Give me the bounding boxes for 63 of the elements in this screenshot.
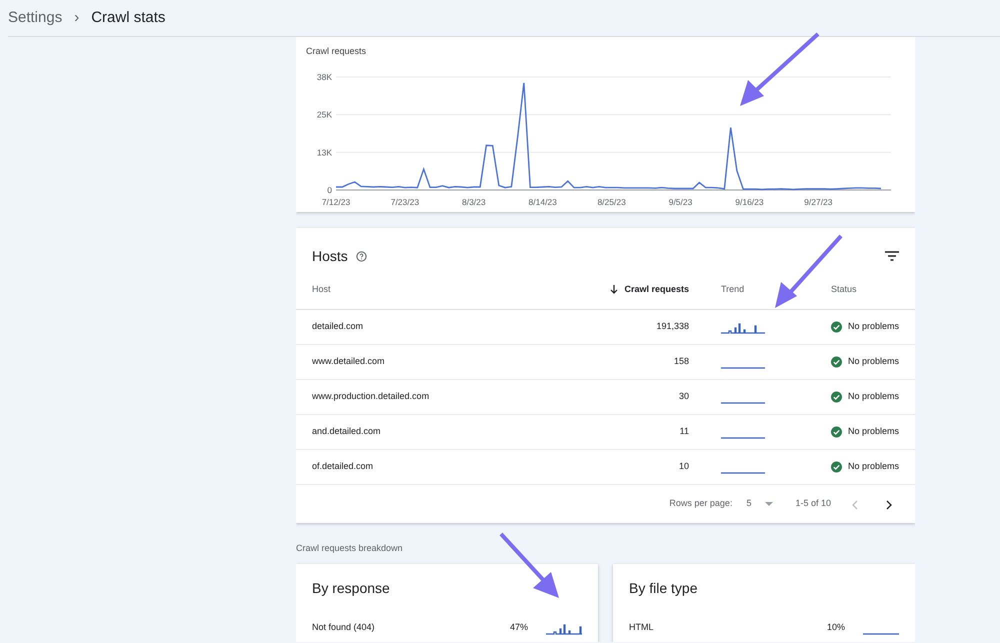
rows-per-page-select[interactable]: 5 [746,497,774,511]
trend-sparkline [721,402,765,404]
axis-label: 0 [327,184,332,194]
column-header[interactable]: Trend [721,284,744,294]
chevron-left-icon [851,500,859,510]
trend-sparkline [721,367,765,369]
check-icon [831,425,842,439]
request-count: 11 [680,426,689,436]
sort-arrow-icon [610,284,618,294]
separator-icon: › [74,6,80,30]
axis-label: 13K [316,146,332,157]
rows-per-page-label: Rows per page: [669,497,732,510]
axis-label: 8/25/23 [597,196,626,206]
status-text: No problems [848,425,899,438]
axis-label: 9/16/23 [735,196,764,206]
axis-label: 7/23/23 [390,196,420,206]
check-icon [831,355,842,369]
page-range: 1-5 of 10 [795,497,831,510]
chart-title: Crawl requests [306,45,368,58]
axis-label: 9/5/23 [668,196,692,206]
request-count: 191,338 [656,321,689,332]
status-text: No problems [848,320,899,334]
axis-label: 8/14/23 [528,196,557,206]
request-count: 10 [678,461,689,472]
column-header[interactable]: Crawl requests [610,284,689,294]
card-title: By response [312,578,391,598]
request-count: 30 [678,391,689,402]
axis-label: 7/12/23 [322,196,350,206]
check-icon [831,460,842,474]
trend-sparkline [721,437,765,439]
axis-label: 25K [316,109,332,120]
host-name: detailed.com [312,321,364,332]
filter-icon[interactable] [885,251,899,261]
dropdown-caret-icon [765,502,774,506]
axis-label: 8/3/23 [462,196,486,206]
card-title: Hosts [312,246,348,266]
host-name: of.detailed.com [312,461,374,472]
trend-sparkline [721,472,765,474]
status-text: No problems [848,390,899,404]
host-name: and.detailed.com [312,426,381,436]
share-value: 47% [510,620,528,634]
column-header[interactable]: Status [831,284,857,294]
check-icon [831,320,842,334]
row-label: HTML [629,620,654,634]
host-name: www.production.detailed.com [312,391,430,402]
share-value: 10% [826,620,845,634]
column-header[interactable]: Host [312,284,331,294]
check-icon [831,390,842,404]
request-count: 158 [674,356,689,366]
row-label: Not found (404) [312,620,376,634]
status-text: No problems [848,460,899,474]
breadcrumb-link[interactable]: Settings [8,6,62,30]
status-text: No problems [848,355,899,368]
trend-sparkline [863,632,899,634]
axis-label: 38K [316,72,332,82]
section-label: Crawl requests breakdown [296,542,404,555]
annotation-arrow [499,532,561,600]
help-icon[interactable] [356,250,367,262]
axis-label: 9/27/23 [804,196,833,206]
card-title: By file type [629,578,698,598]
chevron-right-icon [885,500,893,510]
host-name: www.detailed.com [312,356,385,366]
breadcrumb-current: Crawl stats [91,8,166,28]
